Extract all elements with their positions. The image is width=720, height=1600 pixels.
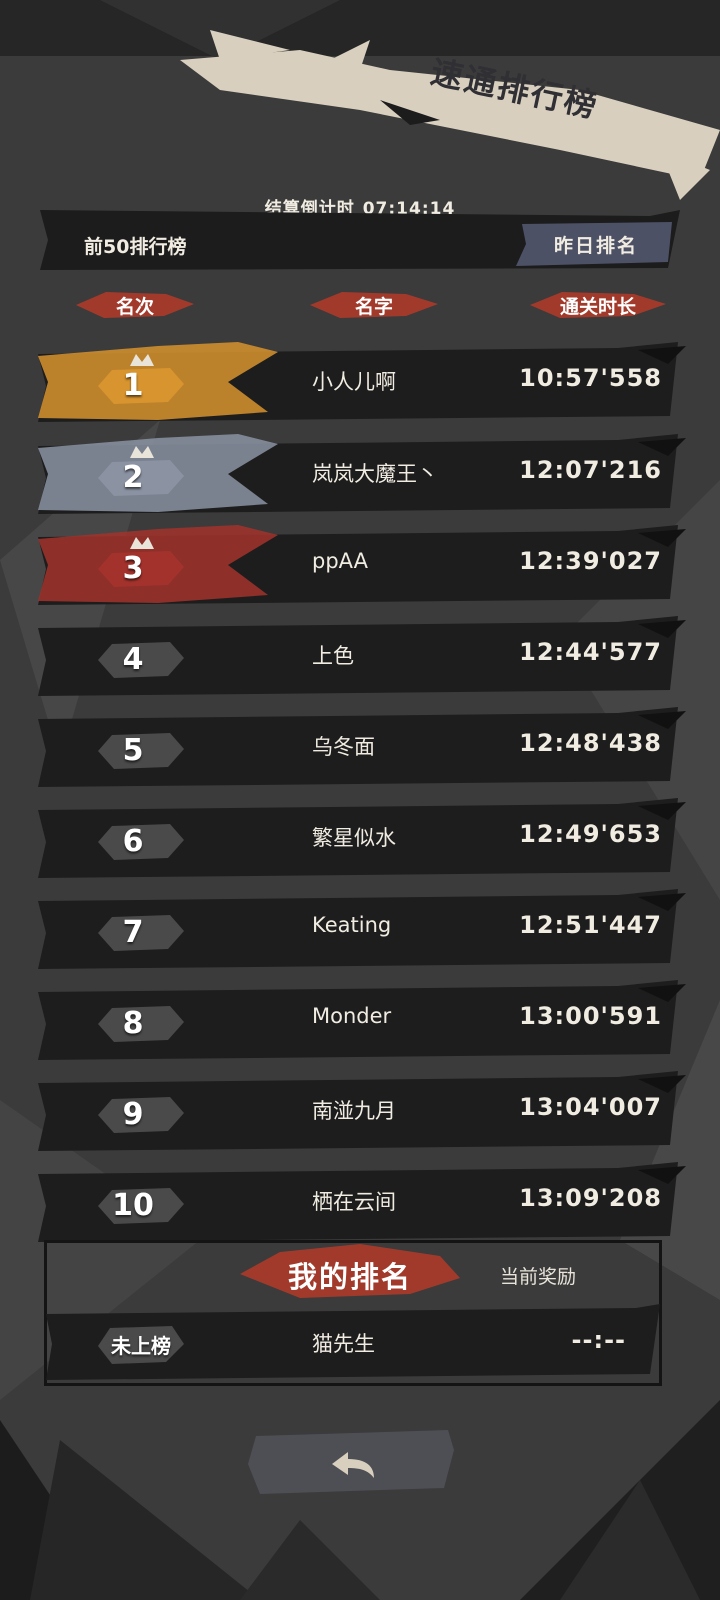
ranking-row: 8 Monder 13:00'591 — [38, 980, 686, 1062]
current-reward-button[interactable]: 当前奖励 — [500, 1262, 576, 1289]
clear-time: 13:00'591 — [519, 1002, 662, 1030]
my-rank-value: 未上榜 — [111, 1334, 171, 1358]
my-player-name: 猫先生 — [312, 1332, 375, 1356]
rank-badge: 1 — [98, 352, 184, 414]
yesterday-ranking-button[interactable]: 昨日排名 — [516, 222, 676, 266]
player-name: Keating — [312, 913, 392, 937]
rank-number: 9 — [122, 1097, 144, 1132]
rank-badge: 7 — [98, 899, 184, 961]
clear-time: 12:49'653 — [519, 820, 662, 848]
rank-number: 2 — [122, 460, 144, 495]
player-name: ppAA — [312, 549, 368, 573]
rank-number: 1 — [122, 368, 144, 403]
rank-badge: 9 — [98, 1081, 184, 1143]
ranking-row: 2 岚岚大魔王丶 12:07'216 — [38, 434, 686, 516]
rank-badge: 8 — [98, 990, 184, 1052]
rank-badge: 6 — [98, 808, 184, 870]
ranking-row: 5 乌冬面 12:48'438 — [38, 707, 686, 789]
rank-number: 5 — [122, 733, 144, 768]
top50-label: 前50排行榜 — [84, 236, 187, 258]
column-header-time-label: 通关时长 — [559, 295, 636, 318]
column-header-rank-label: 名次 — [115, 295, 154, 318]
clear-time: 12:51'447 — [519, 911, 662, 939]
rank-badge: 4 — [98, 626, 184, 688]
ranking-row: 9 南湴九月 13:04'007 — [38, 1071, 686, 1153]
clear-time: 10:57'558 — [519, 364, 662, 392]
rank-number: 6 — [122, 824, 144, 859]
back-button-background — [248, 1430, 454, 1494]
clear-time: 12:48'438 — [519, 729, 662, 757]
my-rank-title: 我的排名 — [288, 1260, 413, 1294]
crown-icon — [130, 537, 154, 549]
rank-badge: 2 — [98, 444, 184, 506]
rank-badge: 3 — [98, 535, 184, 597]
player-name: 繁星似水 — [312, 826, 396, 850]
rank-badge: 10 — [98, 1172, 184, 1234]
clear-time: 13:04'007 — [519, 1093, 662, 1121]
rank-number: 3 — [122, 551, 144, 586]
column-header-time: 通关时长 — [530, 288, 666, 322]
player-name: Monder — [312, 1004, 392, 1028]
player-name: 小人儿啊 — [312, 370, 396, 394]
rank-number: 10 — [112, 1188, 154, 1223]
clear-time: 12:39'027 — [519, 547, 662, 575]
player-name: 上色 — [312, 644, 354, 668]
my-rank-row: 未上榜 猫先生 --:-- — [46, 1304, 660, 1382]
clear-time: 12:07'216 — [519, 456, 662, 484]
player-name: 南湴九月 — [312, 1099, 396, 1123]
yesterday-ranking-label: 昨日排名 — [553, 234, 638, 257]
player-name: 栖在云间 — [312, 1190, 396, 1214]
my-rank-badge: 未上榜 — [96, 1314, 186, 1376]
rank-number: 4 — [122, 642, 144, 677]
ranking-row: 7 Keating 12:51'447 — [38, 889, 686, 971]
clear-time: 12:44'577 — [519, 638, 662, 666]
back-button[interactable] — [248, 1430, 458, 1494]
crown-icon — [130, 354, 154, 366]
my-clear-time: --:-- — [571, 1326, 626, 1354]
ranking-row: 3 ppAA 12:39'027 — [38, 525, 686, 607]
column-header-rank: 名次 — [76, 288, 194, 322]
column-header-name-label: 名字 — [354, 295, 393, 318]
crown-icon — [130, 446, 154, 458]
clear-time: 13:09'208 — [519, 1184, 662, 1212]
ranking-row: 6 繁星似水 12:49'653 — [38, 798, 686, 880]
rank-number: 8 — [122, 1006, 144, 1041]
rank-number: 7 — [122, 915, 144, 950]
ranking-row: 4 上色 12:44'577 — [38, 616, 686, 698]
rank-badge: 5 — [98, 717, 184, 779]
player-name: 乌冬面 — [312, 735, 375, 759]
ranking-row: 1 小人儿啊 10:57'558 — [38, 342, 686, 424]
ranking-row: 10 栖在云间 13:09'208 — [38, 1162, 686, 1244]
column-header-name: 名字 — [310, 288, 438, 322]
player-name: 岚岚大魔王丶 — [312, 462, 438, 486]
